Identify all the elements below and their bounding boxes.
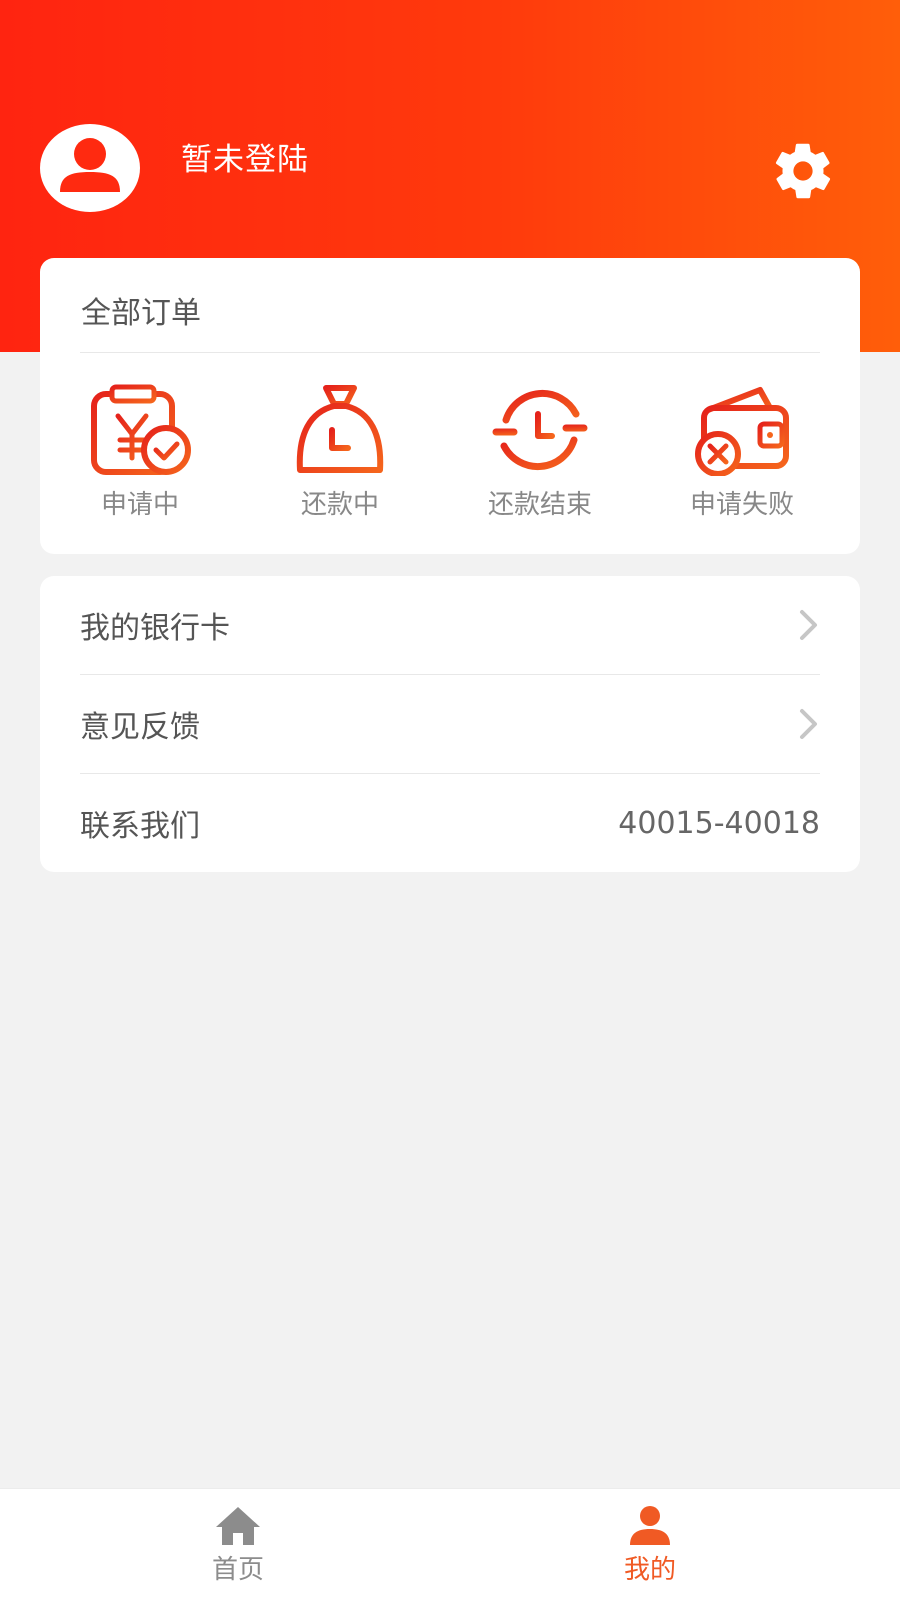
all-orders-link[interactable]: 全部订单 [81,288,201,332]
chevron-right-icon [800,709,817,739]
order-status-failed[interactable]: 申请失败 [642,384,842,534]
user-icon [630,1506,670,1545]
menu-item-label: 我的银行卡 [80,611,230,646]
order-status-repaid[interactable]: 还款结束 [440,384,640,534]
tab-label: 我的 [623,1555,676,1585]
wallet-failed-icon [695,387,789,476]
menu-item-contact[interactable]: 联系我们 40015-40018 [80,774,820,872]
settings-button[interactable] [770,138,836,204]
applying-icon [91,384,191,475]
menu-card: 我的银行卡 意见反馈 联系我们 40015-40018 [40,576,860,872]
tab-mine[interactable]: 我的 [550,1489,750,1600]
tab-home[interactable]: 首页 [138,1489,338,1600]
orders-card: 全部订单 申请中 还款中 还款结束 申请失败 [40,258,860,554]
menu-item-label: 意见反馈 [80,710,200,745]
clock-refresh-icon [492,389,588,471]
menu-item-feedback[interactable]: 意见反馈 [80,675,820,773]
login-status[interactable]: 暂未登陆 [181,134,309,179]
contact-phone[interactable]: 40015-40018 [618,806,820,841]
menu-item-label: 联系我们 [80,809,200,844]
tab-label: 首页 [211,1555,264,1585]
order-status-label: 还款中 [300,490,379,520]
divider [80,352,820,353]
home-icon [216,1507,260,1545]
order-status-label: 还款结束 [487,490,592,520]
chevron-right-icon [800,610,817,640]
order-status-label: 申请失败 [689,490,794,520]
avatar[interactable] [40,124,140,212]
order-status-label: 申请中 [100,490,179,520]
money-bag-clock-icon [296,385,384,473]
bottom-tab-bar: 首页 我的 [0,1488,900,1600]
menu-item-bank-card[interactable]: 我的银行卡 [80,576,820,674]
user-icon [60,138,120,192]
gear-icon [775,143,831,199]
order-status-applying[interactable]: 申请中 [40,384,240,534]
order-status-repaying[interactable]: 还款中 [240,384,440,534]
